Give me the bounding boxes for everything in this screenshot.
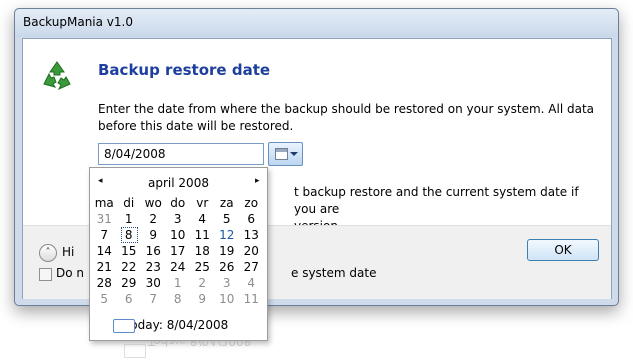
calendar-day[interactable]: 9 xyxy=(141,227,166,243)
date-input-value: 8/04/2008 xyxy=(104,147,166,161)
calendar-day[interactable]: 8 xyxy=(166,291,191,307)
calendar-day[interactable]: 29 xyxy=(117,275,142,291)
recycle-icon xyxy=(43,61,71,91)
weekday-label: za xyxy=(219,196,234,210)
calendar-day[interactable]: 20 xyxy=(239,243,264,259)
reflection-box xyxy=(124,344,146,358)
weekday-header-row: ma di wo do vr za zo xyxy=(92,195,264,211)
calendar-week-row: 31 1 2 3 4 5 6 xyxy=(92,211,264,227)
calendar-day-today[interactable]: 12 xyxy=(215,226,240,244)
instruction-text: Enter the date from where the backup sho… xyxy=(98,102,595,133)
calendar-day[interactable]: 4 xyxy=(239,275,264,291)
weekday-label: wo xyxy=(144,196,162,210)
weekday-label: ma xyxy=(94,196,114,210)
calendar-day[interactable]: 11 xyxy=(239,291,264,307)
weekday-label: vr xyxy=(196,196,209,210)
calendar-day[interactable]: 6 xyxy=(239,211,264,227)
calendar-day[interactable]: 27 xyxy=(239,259,264,275)
next-month-button[interactable]: ▸ xyxy=(255,176,260,186)
calendar-day[interactable]: 7 xyxy=(141,291,166,307)
calendar-day[interactable]: 25 xyxy=(190,259,215,275)
calendar-day[interactable]: 28 xyxy=(92,275,117,291)
calendar-day[interactable]: 31 xyxy=(92,211,117,227)
calendar-grid: ma di wo do vr za zo 31 1 2 3 4 5 6 7 8 9 10 11 12 13… xyxy=(92,195,264,307)
calendar-day[interactable]: 22 xyxy=(117,259,142,275)
window-reflection: Today: 8/04/2008 xyxy=(120,340,260,362)
today-label: Today: 8/04/2008 xyxy=(125,318,229,332)
calendar-week-row: 21 22 23 24 25 26 27 xyxy=(92,259,264,275)
calendar-day[interactable]: 15 xyxy=(117,243,142,259)
chevron-down-icon xyxy=(290,152,298,156)
calendar-day[interactable]: 19 xyxy=(215,243,240,259)
weekday-label: di xyxy=(123,196,135,210)
ok-button[interactable]: OK xyxy=(527,239,599,261)
calendar-day[interactable]: 5 xyxy=(215,211,240,227)
calendar-day[interactable]: 26 xyxy=(215,259,240,275)
weekday-label: do xyxy=(170,196,186,210)
calendar-day[interactable]: 10 xyxy=(215,291,240,307)
dont-show-checkbox[interactable] xyxy=(39,268,52,281)
reflection-text: Today: 8/04/2008 xyxy=(148,340,252,348)
calendar-day[interactable]: 16 xyxy=(141,243,166,259)
calendar-day[interactable]: 13 xyxy=(239,227,264,243)
calendar-day[interactable]: 5 xyxy=(92,291,117,307)
calendar-day[interactable]: 4 xyxy=(190,211,215,227)
calendar-day[interactable]: 6 xyxy=(117,291,142,307)
calendar-day[interactable]: 23 xyxy=(141,259,166,275)
calendar-day[interactable]: 2 xyxy=(190,275,215,291)
date-input[interactable]: 8/04/2008 xyxy=(98,143,264,165)
collapse-details-button[interactable]: ˄ xyxy=(39,244,57,262)
calendar-day[interactable]: 17 xyxy=(166,243,191,259)
calendar-icon xyxy=(275,148,288,160)
weekday-label: zo xyxy=(244,196,259,210)
dont-show-label: Do n xyxy=(56,266,85,280)
calendar-day[interactable]: 14 xyxy=(92,243,117,259)
calendar-day[interactable]: 11 xyxy=(190,227,215,243)
calendar-day[interactable]: 10 xyxy=(166,227,191,243)
calendar-popup: ◂ april 2008 ▸ ma di wo do vr za zo 31 1 2… xyxy=(89,167,268,341)
calendar-day[interactable]: 1 xyxy=(166,275,191,291)
calendar-month-label[interactable]: april 2008 xyxy=(90,176,267,190)
today-link[interactable]: Today: 8/04/2008 xyxy=(113,318,229,333)
calendar-day[interactable]: 18 xyxy=(190,243,215,259)
calendar-day[interactable]: 21 xyxy=(92,259,117,275)
collapse-details-label: Hi xyxy=(62,245,75,259)
window-title: BackupMania v1.0 xyxy=(23,15,133,29)
today-marker-icon xyxy=(113,319,135,333)
calendar-day[interactable]: 1 xyxy=(117,211,142,227)
calendar-day[interactable]: 30 xyxy=(141,275,166,291)
title-bar[interactable]: BackupMania v1.0 xyxy=(15,9,618,37)
calendar-day[interactable]: 2 xyxy=(141,211,166,227)
calendar-week-row: 5 6 7 8 9 10 11 xyxy=(92,291,264,307)
calendar-day[interactable]: 9 xyxy=(190,291,215,307)
dont-show-label-suffix: e system date xyxy=(291,266,377,280)
calendar-day[interactable]: 3 xyxy=(166,211,191,227)
calendar-week-row: 28 29 30 1 2 3 4 xyxy=(92,275,264,291)
calendar-day[interactable]: 3 xyxy=(215,275,240,291)
calendar-week-row: 7 8 9 10 11 12 13 xyxy=(92,226,264,244)
calendar-day-selected[interactable]: 8 xyxy=(117,226,142,244)
calendar-day[interactable]: 24 xyxy=(166,259,191,275)
calendar-dropdown-button[interactable] xyxy=(268,142,303,166)
calendar-day[interactable]: 7 xyxy=(92,227,117,243)
calendar-week-row: 14 15 16 17 18 19 20 xyxy=(92,243,264,259)
dialog-heading: Backup restore date xyxy=(98,61,271,79)
